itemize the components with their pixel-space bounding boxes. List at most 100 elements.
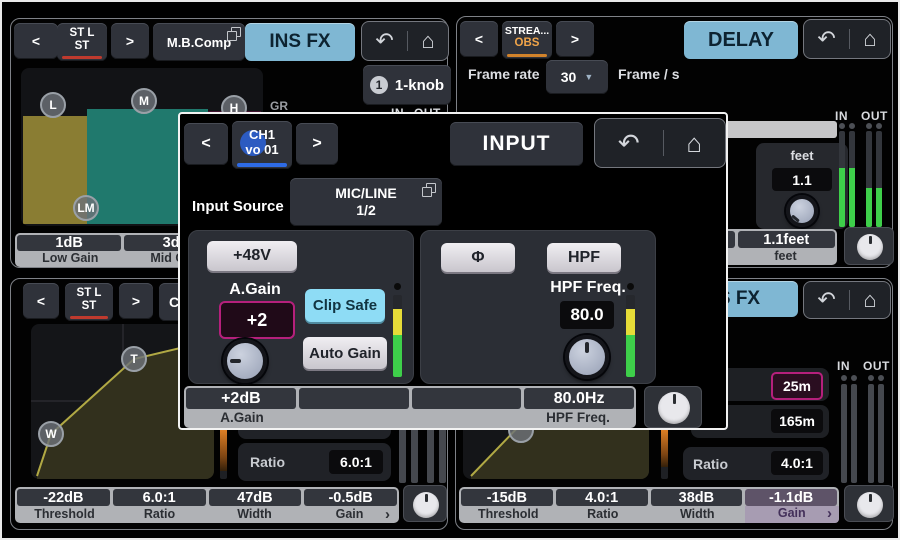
param-value-gain[interactable]: -1.1dB <box>745 489 837 506</box>
channel-select-button[interactable]: CH1 vo 01 <box>232 121 292 169</box>
ratio-row: Ratio 4.0:1 <box>683 447 829 480</box>
out-meter <box>866 131 872 227</box>
hpf-freq-knob[interactable] <box>565 335 609 379</box>
delay-knob[interactable] <box>786 195 818 227</box>
param-label: Width <box>207 507 302 521</box>
param-label: Threshold <box>461 507 556 521</box>
next-channel-button[interactable]: > <box>556 21 594 57</box>
param-value-hpf-freq[interactable]: 80.0Hz <box>524 388 634 409</box>
marker-threshold[interactable]: T <box>121 346 147 372</box>
home-icon[interactable]: ⌂ <box>863 289 876 311</box>
prev-channel-button[interactable]: < <box>14 23 58 59</box>
param-value-threshold[interactable]: -15dB <box>461 489 553 506</box>
clip-safe-button[interactable]: Clip Safe <box>305 289 385 322</box>
channel-name-line1: ST L <box>70 27 95 40</box>
phase-button[interactable]: Φ <box>441 243 515 272</box>
one-knob-button[interactable]: 1 1-knob <box>363 65 451 105</box>
delay-value[interactable]: 1.1 <box>772 168 832 191</box>
prev-channel-button[interactable]: < <box>23 283 59 319</box>
input-source-label: Input Source <box>192 198 284 215</box>
marker-low[interactable]: L <box>40 92 66 118</box>
chevron-right-icon[interactable]: › <box>385 506 390 523</box>
analog-gain-value[interactable]: +2 <box>219 301 295 339</box>
in-meter <box>841 384 847 483</box>
param-value[interactable] <box>299 388 409 409</box>
undo-icon[interactable]: ↶ <box>817 28 835 50</box>
divider <box>407 31 408 52</box>
out-label: OUT <box>863 359 890 373</box>
param-label: feet <box>736 249 835 263</box>
param-value-low-gain[interactable]: 1dB <box>17 235 121 251</box>
home-icon[interactable]: ⌂ <box>863 28 876 50</box>
touch-knob[interactable] <box>413 492 439 518</box>
attack-value[interactable]: 25m <box>771 372 823 400</box>
param-value-width[interactable]: 47dB <box>209 489 302 506</box>
param-label: Low Gain <box>17 251 124 265</box>
channel-name-line2: ST <box>82 300 97 313</box>
ratio-value[interactable]: 4.0:1 <box>771 451 823 475</box>
param-value-ratio[interactable]: 6.0:1 <box>113 489 206 506</box>
hpf-button[interactable]: HPF <box>547 243 621 272</box>
input-source-button[interactable]: MIC/LINE 1/2 <box>290 178 442 226</box>
param-value-gain[interactable]: -0.5dB <box>304 489 397 506</box>
next-channel-button[interactable]: > <box>119 283 153 319</box>
frame-rate-label: Frame rate <box>468 66 540 82</box>
frame-rate-dropdown[interactable]: 30 ▼ <box>546 60 608 94</box>
param-value-ratio[interactable]: 4.0:1 <box>556 489 648 506</box>
next-channel-button[interactable]: > <box>296 123 338 165</box>
phantom-48v-button[interactable]: +48V <box>207 241 297 271</box>
ratio-value[interactable]: 6.0:1 <box>329 450 383 474</box>
undo-icon[interactable]: ↶ <box>375 30 393 52</box>
param-value-again[interactable]: +2dB <box>186 388 296 409</box>
divider <box>849 29 850 50</box>
input-level-meter <box>626 295 635 377</box>
library-button[interactable]: M.B.Comp <box>153 23 245 61</box>
marker-mid[interactable]: M <box>131 88 157 114</box>
channel-select-button[interactable]: STREA... OBS <box>502 21 552 59</box>
marker-width[interactable]: W <box>38 421 64 447</box>
marker-low-mid-cross[interactable]: LM <box>73 195 99 221</box>
touch-knob[interactable] <box>857 234 883 260</box>
touch-knob-box <box>644 386 702 428</box>
chevron-right-icon[interactable]: › <box>827 505 832 522</box>
param-value-width[interactable]: 38dB <box>651 489 743 506</box>
undo-icon[interactable]: ↶ <box>817 289 835 311</box>
mixer-screen: < ST L ST > M.B.Comp INS FX ↶ ⌂ L M H LM… <box>0 0 900 540</box>
param-label: Threshold <box>17 507 112 521</box>
undo-icon[interactable]: ↶ <box>618 130 640 156</box>
touch-knob[interactable] <box>857 492 883 518</box>
param-value[interactable] <box>412 388 522 409</box>
channel-select-button[interactable]: ST L ST <box>65 283 113 321</box>
param-value-threshold[interactable]: -22dB <box>17 489 110 506</box>
param-value-delay[interactable]: 1.1feet <box>738 231 836 248</box>
touch-knob[interactable] <box>658 392 690 424</box>
input-level-meter <box>393 295 402 377</box>
channel-select-button[interactable]: ST L ST <box>57 23 107 61</box>
divider <box>849 290 850 310</box>
analog-gain-knob[interactable] <box>223 339 267 383</box>
analog-gain-section: +48V A.Gain +2 Clip Safe Auto Gain <box>188 230 414 384</box>
touch-knob-box <box>844 227 894 265</box>
ratio-row: Ratio 6.0:1 <box>238 443 391 481</box>
prev-channel-button[interactable]: < <box>460 21 498 57</box>
tab-delay[interactable]: DELAY <box>684 21 798 59</box>
param-label: A.Gain <box>186 410 298 425</box>
nav-group: ↶ ⌂ <box>803 281 891 319</box>
channel-color-bar <box>507 54 547 57</box>
in-label: IN <box>835 109 848 123</box>
frame-rate-value: 30 <box>561 69 577 85</box>
clip-indicator <box>876 123 882 129</box>
hpf-freq-value[interactable]: 80.0 <box>560 301 614 329</box>
home-icon[interactable]: ⌂ <box>421 30 434 52</box>
clip-indicator <box>841 375 847 381</box>
out-meter <box>876 131 882 227</box>
ratio-label: Ratio <box>693 456 728 472</box>
home-icon[interactable]: ⌂ <box>686 130 702 156</box>
param-label: Width <box>650 507 745 521</box>
release-value[interactable]: 165m <box>771 409 823 433</box>
in-meter <box>839 131 845 227</box>
prev-channel-button[interactable]: < <box>184 123 228 165</box>
next-channel-button[interactable]: > <box>111 23 149 59</box>
auto-gain-button[interactable]: Auto Gain <box>303 337 387 369</box>
tab-ins-fx[interactable]: INS FX <box>245 23 355 61</box>
